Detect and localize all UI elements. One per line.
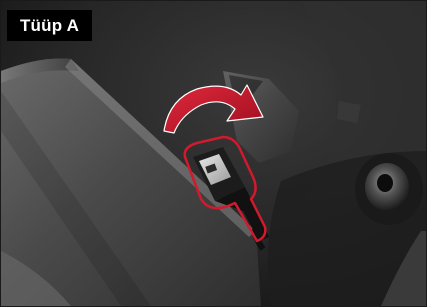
type-label: Tüüp A — [7, 10, 92, 41]
car-interior-photo — [1, 1, 426, 306]
type-label-text: Tüüp A — [19, 16, 80, 35]
bolt-center — [377, 174, 393, 192]
photo-frame: Tüüp A — [0, 0, 427, 307]
